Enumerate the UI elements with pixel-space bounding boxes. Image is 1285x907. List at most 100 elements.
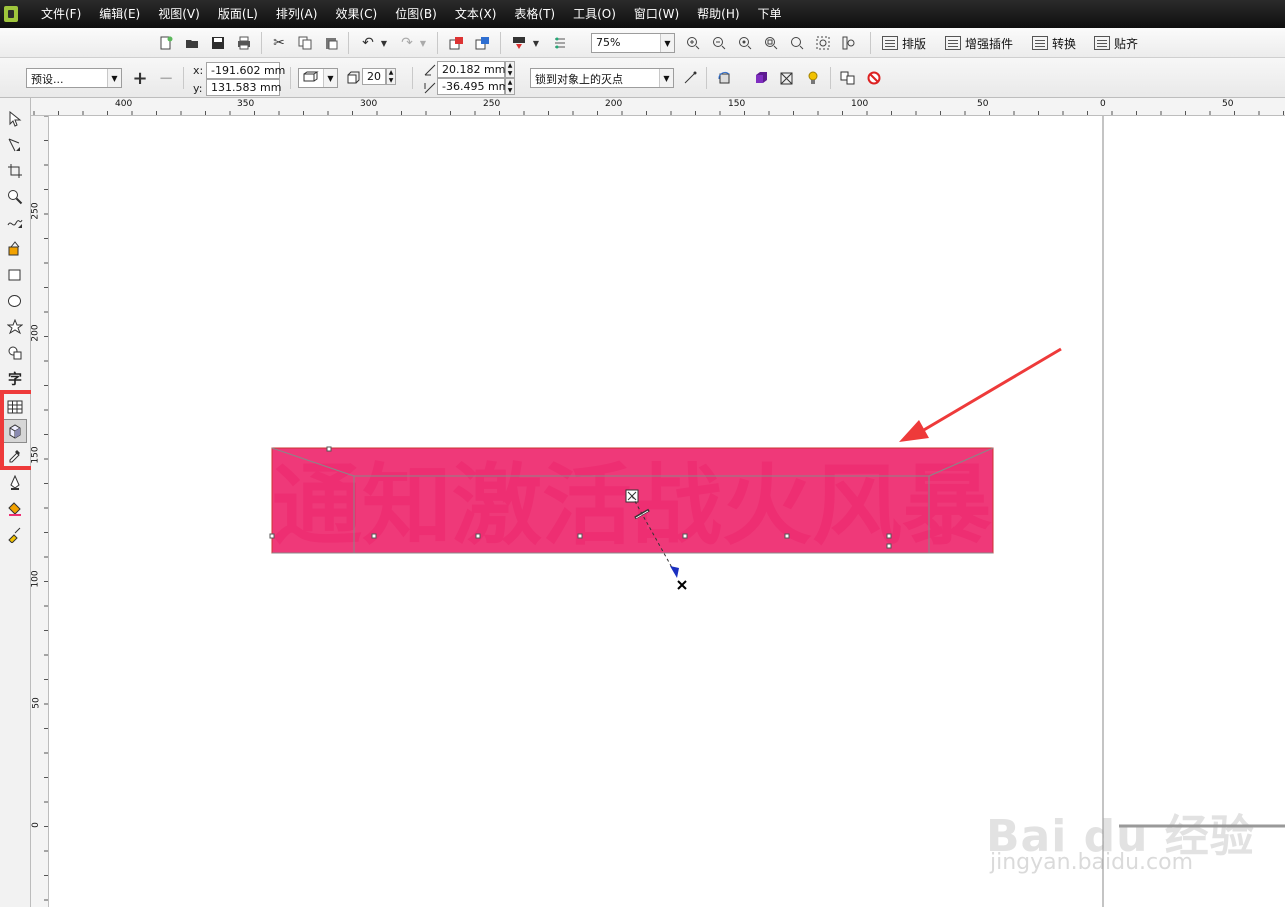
vanishing-point-properties-icon[interactable] [679,67,701,89]
extrusion-type-select[interactable]: ▼ [298,68,338,88]
ruler-label-v100: 100 [31,570,41,588]
menu-effects[interactable]: 效果(C) [326,0,386,28]
ruler-label-50: 50 [977,99,989,109]
print-icon[interactable] [233,32,255,54]
snap-plugin-label: 贴齐 [1114,36,1139,51]
zoom-page-height-icon[interactable] [838,32,860,54]
zoom-to-all-icon[interactable] [760,32,782,54]
extruded-text[interactable]: 通知激活战火风暴 [272,454,992,557]
clear-extrusion-icon[interactable] [863,67,885,89]
vp-x-spinner[interactable]: ▲ ▼ [505,61,515,78]
extrusion-depth-field[interactable]: 20 [362,68,386,85]
layout-plugin-button[interactable]: 排版 [882,32,926,54]
rectangle-tool-icon[interactable] [4,264,26,286]
save-icon[interactable] [207,32,229,54]
menu-tools[interactable]: 工具(O) [564,0,625,28]
zoom-level-select[interactable]: 75% ▼ [591,33,675,53]
convert-plugin-button[interactable]: 转换 [1032,32,1076,54]
import-icon[interactable] [446,32,468,54]
undo-icon[interactable]: ↶ [357,32,379,54]
y-position-field[interactable]: 131.583 mm [206,79,281,96]
redo-icon[interactable]: ↷ [396,32,418,54]
text-tool-icon[interactable]: 字 [4,368,26,390]
zoom-out-icon[interactable] [708,32,730,54]
extrusion-depth-icon [342,67,364,89]
smart-fill-tool-icon[interactable] [4,238,26,260]
polygon-tool-icon[interactable] [4,316,26,338]
interactive-fill-tool-icon[interactable] [4,524,26,546]
pick-tool-icon[interactable] [4,108,26,130]
zoom-to-selected-icon[interactable] [734,32,756,54]
depth-spinner[interactable]: ▲ ▼ [386,68,396,85]
remove-preset-icon[interactable]: − [155,67,177,89]
menu-order[interactable]: 下单 [749,0,791,28]
ruler-label-50-positive: 50 [1222,99,1234,109]
snap-plugin-button[interactable]: 贴齐 [1094,32,1138,54]
add-preset-icon[interactable]: + [129,67,151,89]
enhance-plugin-icon [945,36,961,50]
undo-dropdown-icon[interactable]: ▼ [378,32,390,54]
toolbar-separator [500,32,501,54]
vp-y-spinner[interactable]: ▲ ▼ [505,78,515,95]
x-label: x: [193,64,204,77]
table-tool-icon[interactable] [4,396,26,418]
fill-tool-icon[interactable] [4,498,26,520]
extrusion-color-icon[interactable] [750,67,772,89]
enhance-plugin-button[interactable]: 增强插件 [945,32,1013,54]
horizontal-ruler: 400 350 300 250 200 150 100 50 0 50 [31,98,1285,116]
zoom-tool-icon[interactable] [4,186,26,208]
application-launcher-icon[interactable] [508,32,530,54]
menu-bitmap[interactable]: 位图(B) [386,0,446,28]
x-position-field[interactable]: -191.602 mm [206,62,285,79]
ruler-label-v150: 150 [31,446,41,464]
paste-icon[interactable] [320,32,342,54]
vanishing-point-marker[interactable] [677,580,687,590]
preset-select[interactable]: 预设... ▼ [26,68,122,88]
menu-window[interactable]: 窗口(W) [625,0,688,28]
menu-file[interactable]: 文件(F) [32,0,90,28]
crop-tool-icon[interactable] [4,160,26,182]
launcher-dropdown-icon[interactable]: ▼ [530,32,542,54]
toolbar-separator [412,67,413,89]
menu-table[interactable]: 表格(T) [505,0,564,28]
outline-tool-icon[interactable] [4,472,26,494]
zoom-in-icon[interactable] [682,32,704,54]
snap-plugin-icon [1094,36,1110,50]
copy-extrusion-icon[interactable] [837,67,859,89]
vanishing-point-mode-select[interactable]: 锁到对象上的灭点 ▼ [530,68,674,88]
ruler-label-v50: 50 [31,697,42,709]
options-icon[interactable] [549,32,571,54]
vanishing-point-x-field[interactable]: 20.182 mm [437,61,505,78]
new-document-icon[interactable] [155,32,177,54]
eyedropper-tool-icon[interactable] [4,444,26,466]
menu-layout[interactable]: 版面(L) [209,0,267,28]
extrusion-bevel-icon[interactable] [776,67,798,89]
open-folder-icon[interactable] [181,32,203,54]
freehand-tool-icon[interactable] [4,212,26,234]
extrusion-lighting-icon[interactable] [802,67,824,89]
export-icon[interactable] [472,32,494,54]
redo-dropdown-icon[interactable]: ▼ [417,32,429,54]
ruler-label-v250: 250 [31,202,41,220]
extrude-tool-icon[interactable] [3,419,27,443]
copy-icon[interactable] [294,32,316,54]
property-bar: 预设... ▼ + − x: -191.602 mm y: 131.583 mm… [0,58,1285,98]
drawing-canvas[interactable]: 通知激活战火风暴 [49,116,1285,907]
extrude-rotation-icon[interactable] [714,67,736,89]
menu-help[interactable]: 帮助(H) [688,0,748,28]
menu-bar: 文件(F) 编辑(E) 视图(V) 版面(L) 排列(A) 效果(C) 位图(B… [0,0,1285,28]
annotation-arrow-head [899,420,929,442]
shape-tool-icon[interactable] [4,134,26,156]
basic-shapes-tool-icon[interactable] [4,342,26,364]
menu-edit[interactable]: 编辑(E) [90,0,149,28]
ellipse-tool-icon[interactable] [4,290,26,312]
vanishing-point-y-field[interactable]: -36.495 mm [437,78,509,95]
cut-icon[interactable]: ✂ [268,32,290,54]
ruler-label-100: 100 [851,99,869,109]
menu-text[interactable]: 文本(X) [446,0,506,28]
menu-arrange[interactable]: 排列(A) [267,0,327,28]
menu-view[interactable]: 视图(V) [149,0,209,28]
zoom-to-page-icon[interactable] [786,32,808,54]
zoom-page-width-icon[interactable] [812,32,834,54]
vanishing-point-arrow [670,566,679,578]
